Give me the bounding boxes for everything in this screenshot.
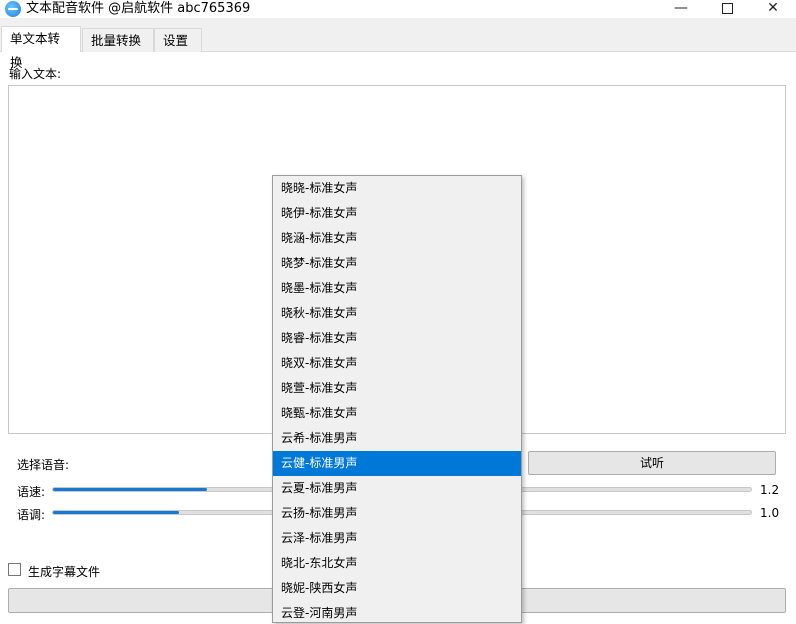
voice-option[interactable]: 晓梦-标准女声 — [273, 251, 521, 276]
pitch-slider-fill — [53, 511, 179, 514]
voice-option[interactable]: 云登-河南男声 — [273, 601, 521, 622]
tab-settings[interactable]: 设置 — [154, 28, 202, 52]
voice-option[interactable]: 晓墨-标准女声 — [273, 276, 521, 301]
tab-batch-convert[interactable]: 批量转换 — [82, 28, 154, 52]
voice-select-label: 选择语音: — [17, 458, 70, 472]
voice-option[interactable]: 云夏-标准男声 — [273, 476, 521, 501]
window-title: 文本配音软件 @启航软件 abc765369 — [26, 1, 251, 16]
voice-option[interactable]: 晓睿-标准女声 — [273, 326, 521, 351]
voice-option[interactable]: 晓北-东北女声 — [273, 551, 521, 576]
listen-button[interactable]: 试听 — [528, 451, 776, 475]
speed-label: 语速: — [17, 485, 46, 499]
speed-value: 1.2 — [760, 483, 780, 497]
voice-option[interactable]: 晓双-标准女声 — [273, 351, 521, 376]
voice-option[interactable]: 晓萱-标准女声 — [273, 376, 521, 401]
voice-dropdown-list: 晓晓-标准女声 晓伊-标准女声 晓涵-标准女声 晓梦-标准女声 晓墨-标准女声 晓秋-标准… — [272, 175, 522, 623]
voice-option[interactable]: 晓晓-标准女声 — [273, 176, 521, 201]
voice-option[interactable]: 晓甄-标准女声 — [273, 401, 521, 426]
voice-option[interactable]: 云扬-标准男声 — [273, 501, 521, 526]
maximize-button[interactable] — [704, 0, 750, 18]
tab-single-text[interactable]: 单文本转换 — [1, 26, 81, 70]
input-text-label: 输入文本: — [9, 67, 62, 81]
voice-option[interactable]: 晓秋-标准女声 — [273, 301, 521, 326]
voice-option[interactable]: 晓妮-陕西女声 — [273, 576, 521, 601]
voice-option[interactable]: 晓涵-标准女声 — [273, 226, 521, 251]
voice-option[interactable]: 云健-标准男声 — [273, 451, 521, 476]
speed-slider-fill — [53, 488, 207, 491]
pitch-label: 语调: — [17, 508, 46, 522]
close-button[interactable]: ✕ — [750, 0, 796, 18]
app-logo-icon — [5, 1, 21, 17]
voice-option[interactable]: 晓伊-标准女声 — [273, 201, 521, 226]
maximize-icon — [721, 3, 733, 14]
pitch-value: 1.0 — [760, 506, 780, 520]
subtitle-checkbox[interactable] — [8, 563, 21, 576]
voice-option[interactable]: 云泽-标准男声 — [273, 526, 521, 551]
voice-option[interactable]: 云希-标准男声 — [273, 426, 521, 451]
title-bar: 文本配音软件 @启航软件 abc765369 — ✕ — [0, 0, 796, 18]
subtitle-checkbox-label: 生成字幕文件 — [28, 565, 101, 579]
minimize-button[interactable]: — — [658, 0, 704, 18]
